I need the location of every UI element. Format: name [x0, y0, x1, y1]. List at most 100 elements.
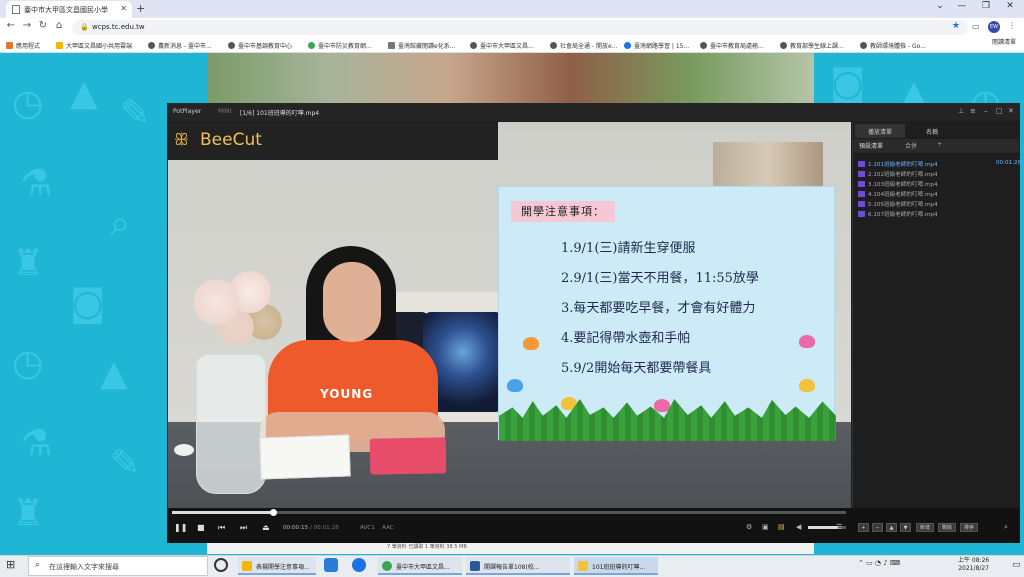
previous-icon[interactable]: ⏮: [218, 523, 225, 533]
back-icon[interactable]: ←: [4, 20, 18, 31]
system-tray[interactable]: ⌃ ▭ ◔ ♪ ⌨: [858, 559, 900, 567]
bookmark-item[interactable]: 教育部學生線上課...: [780, 41, 844, 50]
forward-icon[interactable]: →: [20, 20, 34, 31]
video-frame[interactable]: YOUNG ꕥ BeeCut 開學注意事項： 1.9/1(三)請新生穿便服 2.…: [168, 122, 851, 508]
pause-icon[interactable]: ❚❚: [174, 523, 187, 532]
taskbar-app-document[interactable]: 開課報告單108(校...: [466, 557, 570, 575]
eject-icon[interactable]: ⏏: [262, 523, 270, 532]
player-app-name[interactable]: PotPlayer: [173, 108, 201, 115]
bookmark-item[interactable]: 臺中市防災教育網...: [308, 41, 372, 50]
butterfly-icon: [654, 399, 670, 412]
camera-icon: ◙: [70, 283, 105, 324]
player-minimize-icon[interactable]: –: [984, 107, 988, 115]
playlist-item[interactable]: 1.101班級老師的叮嚀.mp4: [858, 160, 938, 168]
tab-default-list[interactable]: 預設清單: [859, 141, 883, 150]
windows-logo-icon[interactable]: [324, 558, 338, 572]
bookmark-item[interactable]: 教師環境體檢 - Go...: [860, 41, 926, 50]
settings-icon[interactable]: ⚙: [746, 523, 752, 531]
taskbar-search-box[interactable]: ⌕ 在這裡輸入文字來搜尋: [28, 556, 208, 576]
flower-bouquet: [188, 262, 283, 362]
speaker-icon[interactable]: ◀: [796, 523, 801, 531]
address-bar[interactable]: 🔒 wcps.tc.edu.tw ★: [72, 20, 968, 35]
bookmark-item[interactable]: 臺中市大甲區文昌...: [470, 41, 534, 50]
playlist-toggle-icon[interactable]: ☰: [836, 523, 842, 531]
dropdown-icon[interactable]: ⌄: [928, 1, 952, 11]
playlist-sort-button[interactable]: 排序: [960, 523, 979, 532]
taskbar-app-word[interactable]: 表揚開學注意事項...: [238, 557, 316, 575]
tab-name[interactable]: 名稱: [907, 124, 957, 138]
playlist-item[interactable]: 2.102班級老師的叮嚀.mp4: [858, 170, 938, 178]
word-icon: [470, 561, 480, 571]
reload-icon[interactable]: ↻: [36, 20, 50, 31]
tab-merge[interactable]: 合併: [905, 141, 917, 150]
add-list-button[interactable]: +: [937, 141, 942, 148]
notification-icon[interactable]: ▭: [1012, 560, 1021, 570]
windows-start-icon[interactable]: ⊞: [6, 558, 15, 571]
audio-codec[interactable]: AAC: [382, 525, 394, 531]
page-icon: [12, 5, 20, 14]
bookmark-item[interactable]: 臺中市教育局處務...: [700, 41, 764, 50]
stop-icon[interactable]: ■: [197, 523, 205, 532]
minimize-icon[interactable]: —: [950, 1, 974, 11]
cortana-icon[interactable]: [214, 558, 228, 572]
playlist-delete-button[interactable]: 刪除: [938, 523, 957, 532]
bookmark-star-icon[interactable]: ★: [952, 21, 960, 31]
close-window-icon[interactable]: ✕: [998, 1, 1022, 11]
magnifier-icon: ⌕: [110, 203, 131, 244]
video-codec[interactable]: AVC1: [360, 525, 375, 531]
taskbar-app-potplayer[interactable]: 101班班導的叮嚀...: [574, 557, 658, 575]
home-icon[interactable]: ⌂: [52, 20, 66, 31]
player-close-icon[interactable]: ✕: [1008, 107, 1014, 115]
tab-playlist[interactable]: 播放清單: [855, 124, 905, 138]
profile-avatar[interactable]: EW: [988, 21, 1000, 33]
next-icon[interactable]: ⏭: [240, 523, 247, 533]
restore-icon[interactable]: ❐: [974, 1, 998, 11]
3d-icon[interactable]: ▣: [762, 523, 769, 531]
player-maximize-icon[interactable]: □: [996, 107, 1003, 115]
taskbar-clock[interactable]: 上午 08:26 2021/8/27: [958, 557, 989, 573]
graduation-cap-icon: ▲: [100, 353, 128, 394]
player-menu-icon[interactable]: ≡: [970, 107, 976, 115]
clock-icon: ◷: [12, 83, 44, 124]
clock-date: 2021/8/27: [958, 565, 989, 572]
potplayer-icon: [578, 561, 588, 571]
video-file-icon: [858, 181, 865, 187]
playlist-add-icon[interactable]: +: [858, 523, 869, 532]
playlist-new-button[interactable]: 新增: [916, 523, 935, 532]
pencil-icon: ✎: [110, 443, 141, 484]
menu-icon[interactable]: ⋮: [1008, 21, 1016, 30]
browser-tab[interactable]: 臺中市大甲區文昌國民小學 ✕: [6, 1, 132, 18]
bookmark-item[interactable]: 大甲區文昌國小共用雲端: [56, 41, 132, 50]
bookmark-item[interactable]: 應用程式: [6, 41, 40, 50]
video-file-icon: [858, 191, 865, 197]
new-tab-button[interactable]: +: [136, 2, 145, 15]
butterfly-icon: [523, 337, 539, 350]
playlist-item[interactable]: 5.105班級老師的叮嚀.mp4: [858, 200, 938, 208]
playlist-item[interactable]: 4.104班級老師的叮嚀.mp4: [858, 190, 938, 198]
search-icon[interactable]: ⌕: [1004, 523, 1008, 532]
playlist-up-icon[interactable]: ▲: [886, 523, 897, 532]
butterfly-icon: [799, 379, 815, 392]
edge-icon[interactable]: [352, 558, 366, 572]
close-tab-icon[interactable]: ✕: [120, 4, 127, 13]
bookmark-item[interactable]: 臺中市基調教育中心: [228, 41, 292, 50]
bookmark-item[interactable]: 臺灣網路學習 | 15...: [624, 41, 689, 50]
playlist-item[interactable]: 6.107班級老師的叮嚀.mp4: [858, 210, 938, 218]
graduation-cap-icon: ▲: [70, 73, 98, 114]
reading-list[interactable]: 閱讀清單: [992, 37, 1016, 46]
mini-mode-button[interactable]: MINI: [218, 108, 231, 115]
bookmark-item[interactable]: 農新消息 - 臺中市...: [148, 41, 212, 50]
subtitle-icon[interactable]: ▤: [778, 523, 785, 531]
playlist-item[interactable]: 3.103班級老師的叮嚀.mp4: [858, 180, 938, 188]
seek-handle[interactable]: [270, 509, 277, 516]
cast-icon[interactable]: ▭: [972, 22, 980, 31]
teacher-face: [323, 262, 381, 342]
playlist-down-icon[interactable]: ▼: [900, 523, 911, 532]
playlist-remove-icon[interactable]: −: [872, 523, 883, 532]
bookmark-item[interactable]: 社會局全通 - 開放e...: [550, 41, 617, 50]
taskbar-app-chrome[interactable]: 臺中市大甲區文昌...: [378, 557, 462, 575]
playlist-tabs: 播放清單 名稱: [853, 124, 1019, 138]
pin-icon[interactable]: ⊥: [958, 107, 964, 115]
bookmark-item[interactable]: 臺灣館藏閱讀e化系...: [388, 41, 455, 50]
butterfly-icon: [507, 379, 523, 392]
